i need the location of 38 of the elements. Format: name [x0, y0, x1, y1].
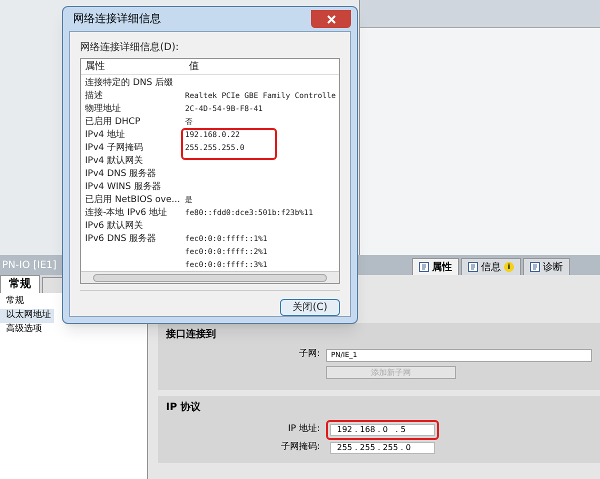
property-name: IPv4 DNS 服务器	[85, 168, 156, 179]
property-name: 物理地址	[85, 104, 121, 114]
tab-icon	[419, 262, 429, 272]
column-header[interactable]: 属性	[85, 59, 189, 74]
property-name: IPv6 默认网关	[85, 220, 143, 231]
tab-icon	[530, 262, 540, 272]
horizontal-scrollbar[interactable]	[81, 271, 339, 283]
device-title: PN-IO [IE1]	[1, 258, 57, 272]
property-name: IPv4 子网掩码	[85, 142, 143, 153]
property-name: IPv4 地址	[85, 130, 125, 140]
property-name: IPv6 DNS 服务器	[85, 234, 156, 244]
property-name: 已启用 NetBIOS ove...	[85, 194, 180, 205]
close-dialog-button[interactable]: 关闭(C)	[280, 299, 340, 316]
close-button[interactable]	[311, 10, 351, 28]
section-title: IP 协议	[166, 400, 202, 415]
list-label: 网络连接详细信息(D):	[80, 40, 180, 55]
property-name: 连接特定的 DNS 后缀	[85, 78, 174, 88]
property-name: IPv4 默认网关	[85, 156, 143, 166]
property-name: IPv4 WINS 服务器	[85, 182, 161, 192]
field-label: IP 地址:	[287, 423, 321, 436]
column-header[interactable]: 值	[189, 59, 199, 74]
sidebar-item[interactable]: 以太网地址	[0, 309, 54, 323]
window-title: 网络连接详细信息	[72, 10, 161, 27]
property-name: 连接-本地 IPv6 地址	[85, 208, 168, 218]
ip-address-field[interactable]: 192 . 168 . 0 . 5	[330, 424, 435, 436]
field-label: 子网掩码:	[280, 441, 321, 454]
close-icon	[326, 14, 336, 24]
inspector-tab[interactable]: 诊断	[523, 258, 570, 275]
sidebar-tab[interactable]: 常规	[0, 275, 40, 293]
inspector-tab[interactable]: 属性	[412, 258, 459, 275]
tab-icon	[468, 262, 478, 272]
property-name: 已启用 DHCP	[85, 116, 140, 127]
field-label: 子网:	[298, 348, 321, 362]
sidebar-item[interactable]: 常规	[0, 295, 54, 309]
property-name: 描述	[85, 90, 103, 101]
sidebar-item[interactable]: 高级选项	[0, 323, 54, 337]
ip-address-field[interactable]: 255 . 255 . 255 . 0	[330, 442, 435, 454]
section-title: 接口连接到	[166, 328, 217, 342]
